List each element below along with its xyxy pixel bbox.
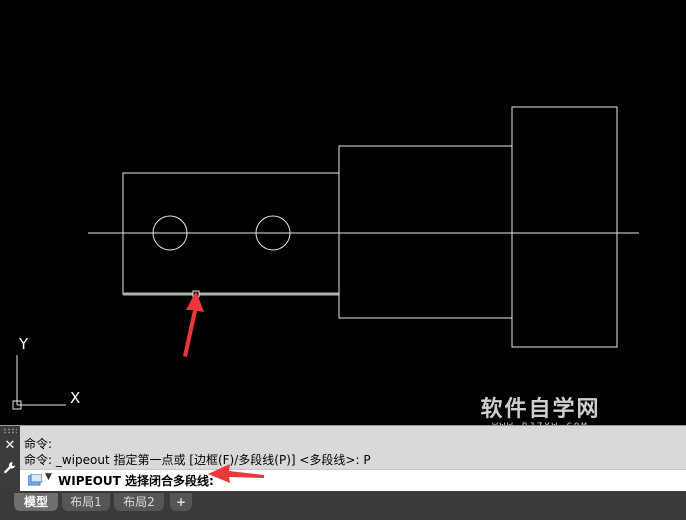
drawing-svg[interactable] xyxy=(0,0,686,425)
plus-icon[interactable]: + xyxy=(170,493,192,511)
right-block[interactable] xyxy=(511,106,618,348)
panel-grip-handle[interactable] xyxy=(3,428,17,434)
command-history-line-1: 命令: xyxy=(24,437,53,451)
command-prompt-icon[interactable] xyxy=(28,474,42,486)
command-line-panel: ✕ 命令: 命令: _wipeout 指定第一点或 [边框(F)/多段线(P)]… xyxy=(0,425,686,492)
close-icon[interactable]: ✕ xyxy=(2,438,18,454)
tab-model[interactable]: 模型 xyxy=(14,493,58,511)
y-axis-label: Y xyxy=(19,335,29,353)
layout-tab-bar: 模型 布局1 布局2 + xyxy=(0,491,686,520)
ucs-icon xyxy=(12,355,66,410)
chevron-down-icon[interactable]: ▼ xyxy=(45,472,52,482)
drawing-canvas[interactable]: Y X 软件自学网 WWW.RJZXW.COM xyxy=(0,0,686,432)
watermark-main: 软件自学网 xyxy=(480,397,601,422)
command-input[interactable]: ▼ WIPEOUT 选择闭合多段线: xyxy=(20,469,686,491)
annotation-arrow xyxy=(183,291,204,357)
command-line-sidebar: ✕ xyxy=(0,426,20,492)
tab-layout2[interactable]: 布局2 xyxy=(114,493,164,511)
command-prompt-text: WIPEOUT 选择闭合多段线: xyxy=(58,474,214,488)
command-history-line-2: 命令: _wipeout 指定第一点或 [边框(F)/多段线(P)] <多段线>… xyxy=(24,453,371,467)
prompt-annotation-arrow xyxy=(208,464,264,483)
x-axis-label: X xyxy=(70,389,81,407)
tab-layout1[interactable]: 布局1 xyxy=(62,493,110,511)
wrench-icon[interactable] xyxy=(2,460,18,476)
middle-block[interactable] xyxy=(338,145,513,319)
